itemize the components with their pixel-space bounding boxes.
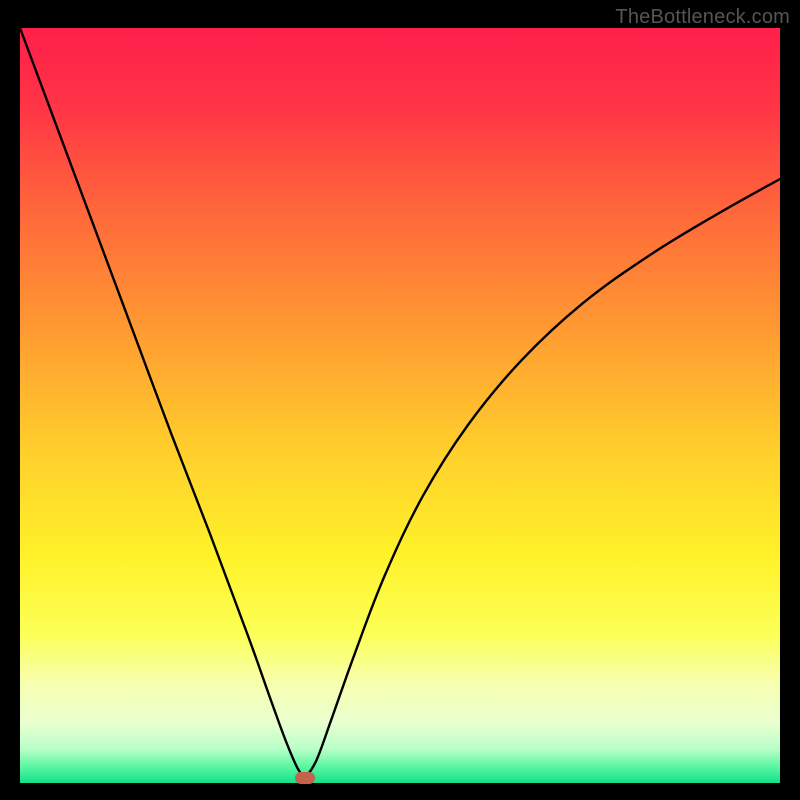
bottleneck-plot (20, 28, 780, 783)
plot-background (20, 28, 780, 783)
optimum-marker (295, 772, 315, 784)
watermark-text: TheBottleneck.com (615, 6, 790, 29)
chart-stage: TheBottleneck.com (0, 0, 800, 800)
